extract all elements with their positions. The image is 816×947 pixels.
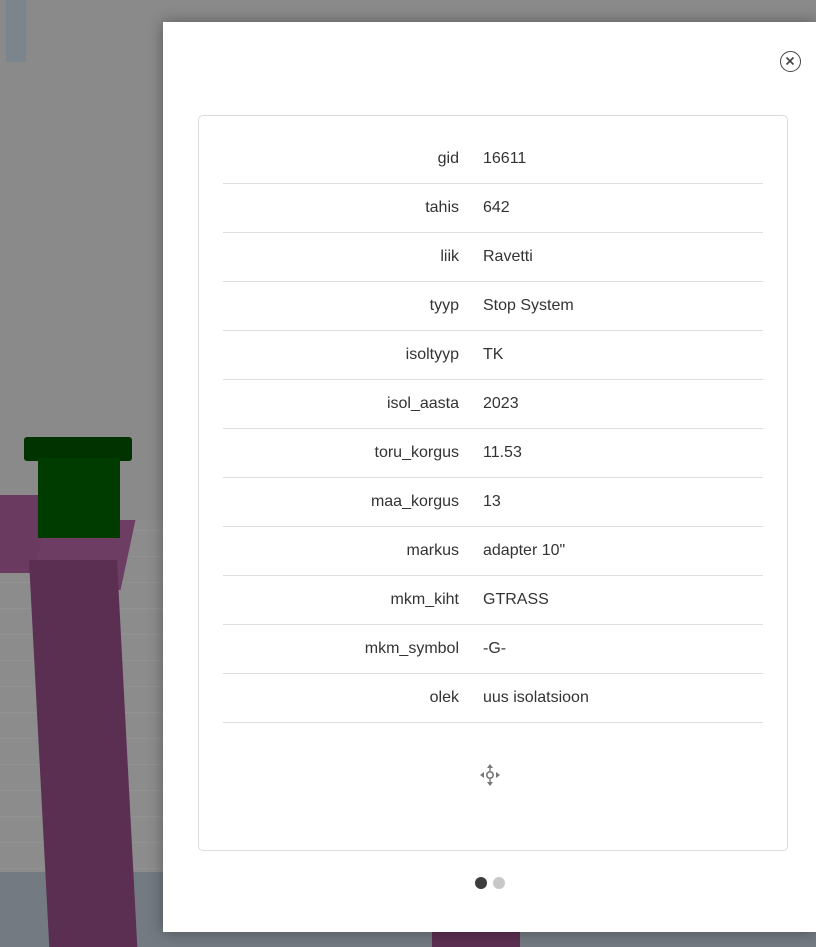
move-arrows-icon [480,764,500,786]
attribute-value: Ravetti [483,232,763,282]
table-row: toru_korgus 11.53 [223,428,763,478]
attribute-key: gid [223,135,483,184]
attribute-value: 13 [483,477,763,527]
table-row: markus adapter 10" [223,526,763,576]
attribute-value: Stop System [483,281,763,331]
pager [475,877,505,891]
table-row: isoltyyp TK [223,330,763,380]
attribute-value: GTRASS [483,575,763,625]
table-row: mkm_symbol -G- [223,624,763,674]
attribute-value: TK [483,330,763,380]
table-row: tyyp Stop System [223,281,763,331]
table-row: gid 16611 [223,135,763,184]
attribute-table: gid 16611 tahis 642 liik Ravetti tyyp St… [223,135,763,723]
attribute-value: -G- [483,624,763,674]
table-row: olek uus isolatsioon [223,673,763,723]
table-row: mkm_kiht GTRASS [223,575,763,625]
pager-dot-2[interactable] [493,877,505,889]
attribute-key: isoltyyp [223,330,483,380]
table-row: liik Ravetti [223,232,763,282]
close-circle-icon [785,56,795,66]
close-button[interactable] [780,51,801,72]
attribute-key: tahis [223,183,483,233]
attribute-card: gid 16611 tahis 642 liik Ravetti tyyp St… [198,115,788,851]
attribute-value: uus isolatsioon [483,673,763,723]
attribute-value: 2023 [483,379,763,429]
table-row: tahis 642 [223,183,763,233]
attribute-key: isol_aasta [223,379,483,429]
attribute-key: mkm_symbol [223,624,483,674]
attribute-key: liik [223,232,483,282]
move-handle[interactable] [479,763,501,787]
attribute-value: adapter 10" [483,526,763,576]
attribute-key: tyyp [223,281,483,331]
table-row: maa_korgus 13 [223,477,763,527]
feature-info-popup: gid 16611 tahis 642 liik Ravetti tyyp St… [163,22,816,932]
attribute-key: markus [223,526,483,576]
table-row: isol_aasta 2023 [223,379,763,429]
attribute-value: 16611 [483,135,763,184]
attribute-key: mkm_kiht [223,575,483,625]
attribute-key: toru_korgus [223,428,483,478]
attribute-key: maa_korgus [223,477,483,527]
pager-dot-1[interactable] [475,877,487,889]
attribute-value: 11.53 [483,428,763,478]
attribute-value: 642 [483,183,763,233]
pipe-cap-body[interactable] [38,458,120,538]
attribute-key: olek [223,673,483,723]
scene-object-corner [6,0,26,62]
